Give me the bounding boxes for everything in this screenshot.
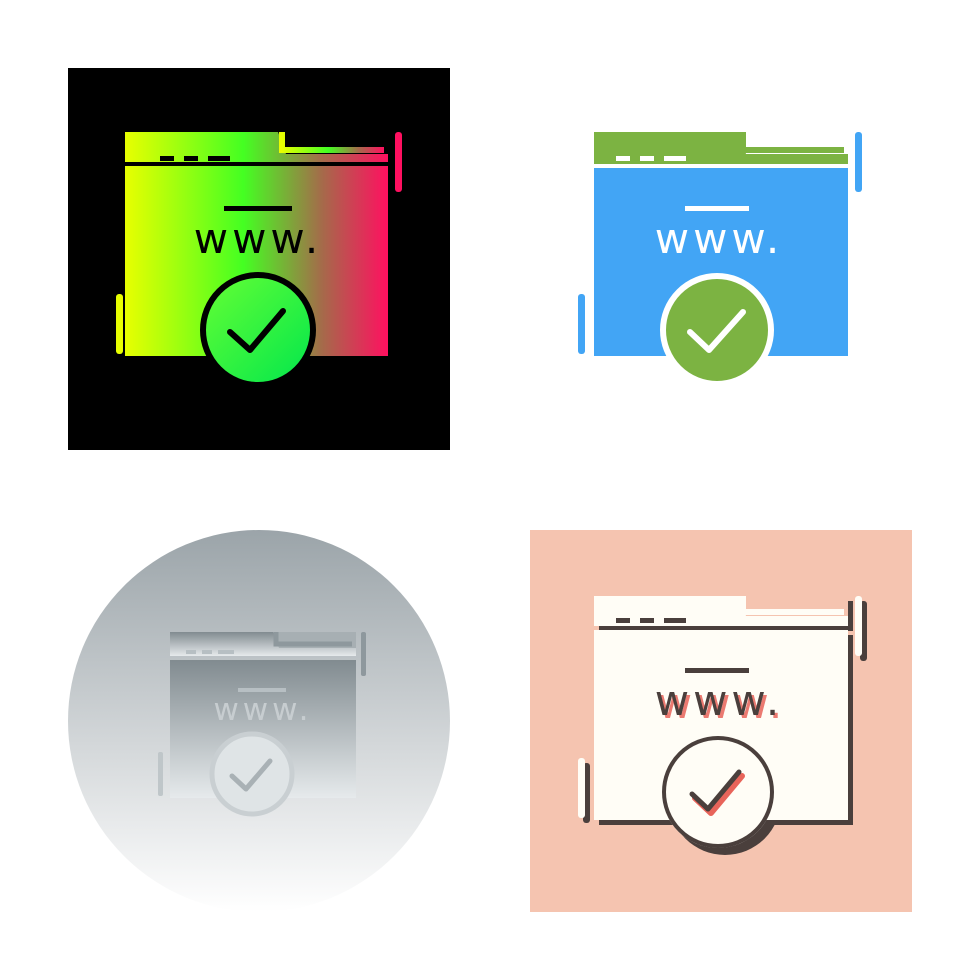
checkmark-badge-icon [209, 731, 295, 817]
checkmark-badge-icon [662, 736, 774, 848]
www-label: www. [213, 692, 312, 728]
www-label: www. [194, 214, 323, 263]
icon-tile-flat-color: www. [530, 68, 912, 450]
verified-website-icon: www. [68, 68, 450, 450]
icon-tile-peach-shadow: www. www. [530, 530, 912, 912]
verified-website-icon: www. [578, 132, 862, 387]
verified-website-icon: www. www. [530, 530, 912, 912]
www-label: www. [655, 676, 784, 725]
icon-tile-gray-gradient: www. [68, 530, 450, 912]
icon-tile-gradient: www. [68, 68, 450, 450]
verified-website-icon: www. [68, 530, 450, 912]
checkmark-badge-icon [660, 273, 774, 387]
checkmark-badge-icon [200, 272, 316, 388]
www-label: www. [655, 214, 784, 263]
